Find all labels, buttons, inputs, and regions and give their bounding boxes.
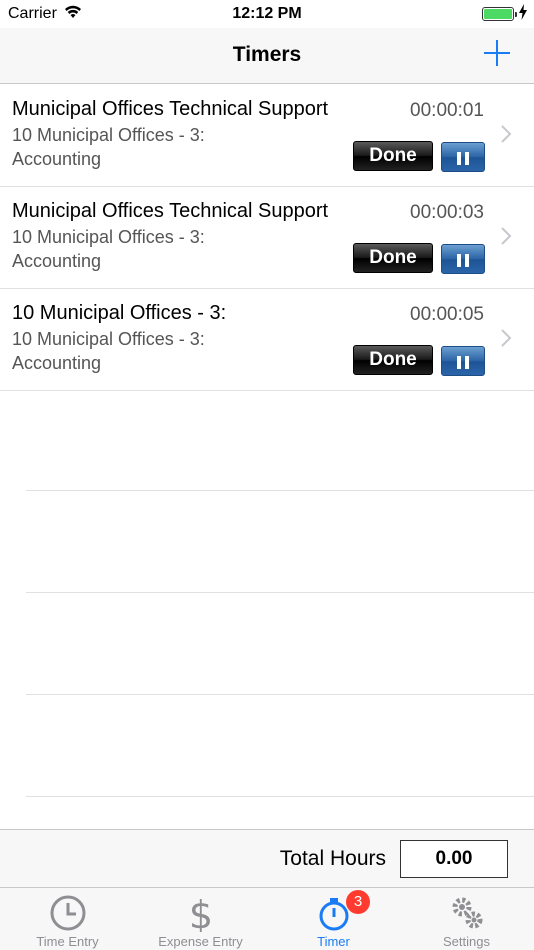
add-timer-button[interactable] (484, 40, 510, 66)
timer-subtitle: 10 Municipal Offices - 3: Accounting (12, 123, 312, 171)
clock-time: 12:12 PM (232, 5, 302, 22)
total-hours-bar: Total Hours 0.00 (0, 829, 534, 887)
done-button[interactable]: Done (353, 141, 433, 171)
timer-elapsed: 00:00:03 (410, 202, 484, 223)
pause-icon (457, 152, 461, 165)
tab-bar: Time Entry $ Expense Entry Timer Setting… (0, 887, 534, 950)
total-hours-value: 0.00 (400, 840, 508, 878)
charging-bolt-icon (519, 4, 527, 20)
tab-label: Settings (443, 934, 490, 949)
pause-button[interactable] (441, 346, 485, 376)
timer-subtitle-line2: Accounting (12, 149, 102, 169)
battery-icon (482, 7, 517, 21)
svg-text:$: $ (188, 894, 212, 932)
pause-icon (457, 254, 461, 267)
tab-time-entry[interactable]: Time Entry (1, 888, 134, 950)
chevron-right-icon[interactable] (500, 124, 512, 144)
timer-subtitle-line1: 10 Municipal Offices - 3: (12, 329, 205, 349)
timer-title: 10 Municipal Offices - 3: (12, 302, 227, 324)
timer-list: Municipal Offices Technical Support 00:0… (0, 85, 534, 391)
clock-icon (50, 895, 85, 931)
timer-row[interactable]: Municipal Offices Technical Support 00:0… (0, 85, 534, 187)
timer-subtitle: 10 Municipal Offices - 3: Accounting (12, 225, 312, 273)
page-title: Timers (232, 43, 302, 66)
navigation-bar: Timers (0, 28, 534, 84)
timer-title: Municipal Offices Technical Support (12, 98, 329, 120)
timer-subtitle-line1: 10 Municipal Offices - 3: (12, 125, 205, 145)
tab-label: Timer (317, 934, 350, 949)
timer-count-badge: 3 (346, 890, 370, 914)
timer-row[interactable]: Municipal Offices Technical Support 00:0… (0, 187, 534, 289)
timer-subtitle-line2: Accounting (12, 353, 102, 373)
timer-subtitle-line2: Accounting (12, 251, 102, 271)
dollar-icon: $ (188, 894, 212, 932)
done-button[interactable]: Done (353, 345, 433, 375)
timer-title: Municipal Offices Technical Support (12, 200, 329, 222)
tab-timer[interactable]: Timer (267, 888, 400, 950)
total-hours-label: Total Hours (279, 847, 386, 870)
chevron-right-icon[interactable] (500, 226, 512, 246)
tab-label: Time Entry (36, 934, 99, 949)
timer-row[interactable]: 10 Municipal Offices - 3: 00:00:05 10 Mu… (0, 289, 534, 391)
timer-subtitle: 10 Municipal Offices - 3: Accounting (12, 327, 312, 375)
timer-subtitle-line1: 10 Municipal Offices - 3: (12, 227, 205, 247)
gears-icon (452, 897, 482, 929)
pause-button[interactable] (441, 142, 485, 172)
tab-expense-entry[interactable]: $ Expense Entry (134, 888, 267, 950)
pause-button[interactable] (441, 244, 485, 274)
tab-label: Expense Entry (158, 934, 243, 949)
tab-settings[interactable]: Settings (400, 888, 533, 950)
empty-row-divider (26, 694, 534, 695)
pause-icon (457, 356, 461, 369)
chevron-right-icon[interactable] (500, 328, 512, 348)
empty-row-divider (26, 490, 534, 491)
empty-row-divider (26, 796, 534, 797)
timer-elapsed: 00:00:01 (410, 100, 484, 121)
done-button[interactable]: Done (353, 243, 433, 273)
timer-elapsed: 00:00:05 (410, 304, 484, 325)
status-bar: Carrier 12:12 PM (0, 0, 534, 28)
empty-row-divider (26, 592, 534, 593)
